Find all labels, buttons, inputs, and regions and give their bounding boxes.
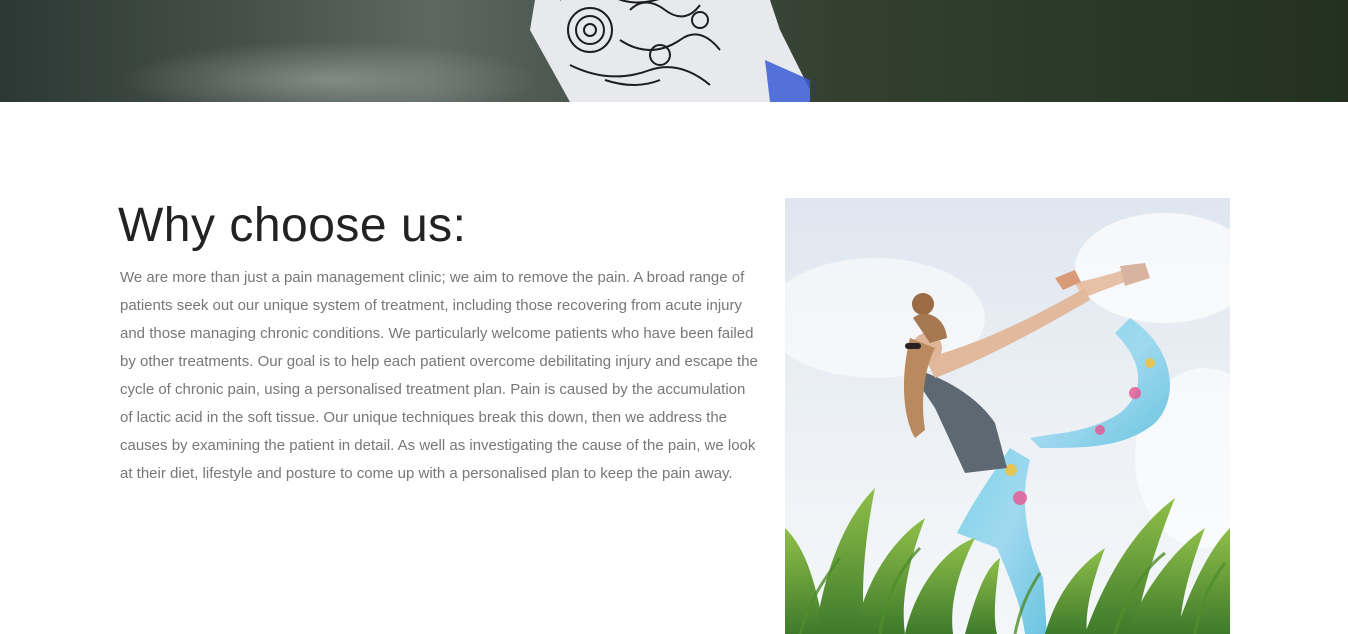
why-choose-us-section: Why choose us: We are more than just a p… [0, 102, 1348, 634]
section-paragraph: We are more than just a pain management … [120, 269, 758, 482]
tattooed-arm-graphic [530, 0, 810, 102]
yoga-photo [785, 198, 1230, 634]
yoga-photo-graphic [785, 198, 1230, 634]
section-heading: Why choose us: [118, 199, 467, 252]
hero-blur-highlight [120, 40, 540, 102]
hero-banner-image [0, 0, 1348, 102]
